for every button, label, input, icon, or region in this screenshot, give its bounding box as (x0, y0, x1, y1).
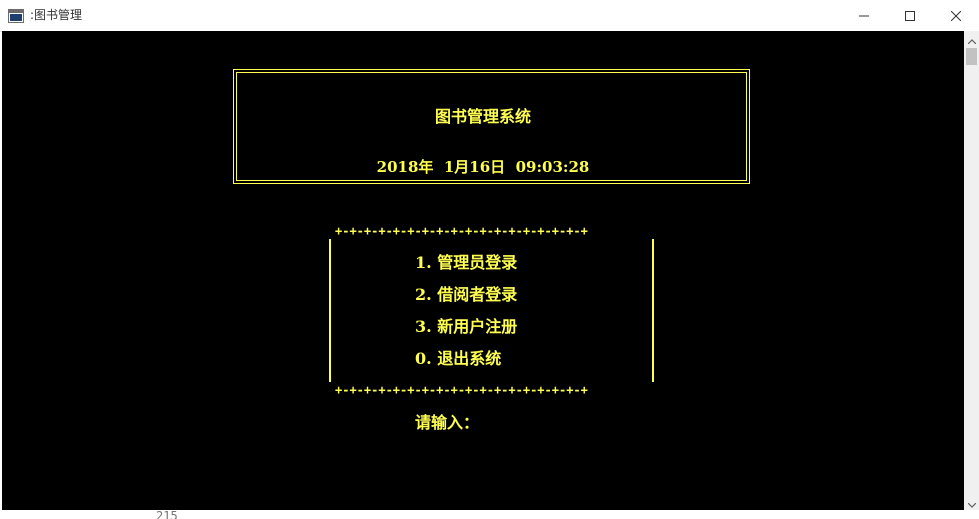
maximize-button[interactable] (887, 0, 933, 31)
menu-item-exit: 0. 退出系统 (415, 349, 502, 368)
menu-item-admin-login: 1. 管理员登录 (415, 253, 518, 272)
scroll-up-button[interactable] (964, 31, 979, 46)
menu-border-left (329, 239, 331, 382)
input-prompt: 请输入： (415, 413, 480, 432)
system-title: 图书管理系统 (434, 107, 531, 126)
chevron-up-icon (967, 29, 976, 48)
minimize-button[interactable] (841, 0, 887, 31)
scroll-thumb[interactable] (966, 48, 977, 65)
menu-border-top: +-+-+-+-+-+-+-+-+-+-+-+-+-+-+-+-+-+ (335, 224, 588, 238)
background-window-strip: 215 (0, 510, 979, 519)
console-window: :图书管理 图书管理系统 2018年 1月16日 09:03:28 +-+-+-… (0, 0, 979, 519)
close-icon (950, 6, 962, 25)
scroll-down-button[interactable] (964, 495, 979, 510)
title-bar[interactable]: :图书管理 (0, 0, 979, 32)
menu-item-borrower-login: 2. 借阅者登录 (415, 285, 518, 304)
menu-item-register: 3. 新用户注册 (415, 317, 518, 336)
background-text: 215 (156, 510, 178, 519)
window-title: :图书管理 (30, 8, 83, 22)
console-area[interactable]: 图书管理系统 2018年 1月16日 09:03:28 +-+-+-+-+-+-… (2, 31, 964, 510)
maximize-icon (905, 6, 915, 25)
close-button[interactable] (933, 0, 979, 31)
console-app-icon (8, 8, 24, 23)
current-datetime: 2018年 1月16日 09:03:28 (376, 158, 590, 176)
menu-border-bottom: +-+-+-+-+-+-+-+-+-+-+-+-+-+-+-+-+-+ (335, 383, 588, 397)
minimize-icon (859, 6, 869, 25)
menu-border-right (652, 239, 654, 382)
vertical-scrollbar[interactable] (964, 31, 979, 510)
